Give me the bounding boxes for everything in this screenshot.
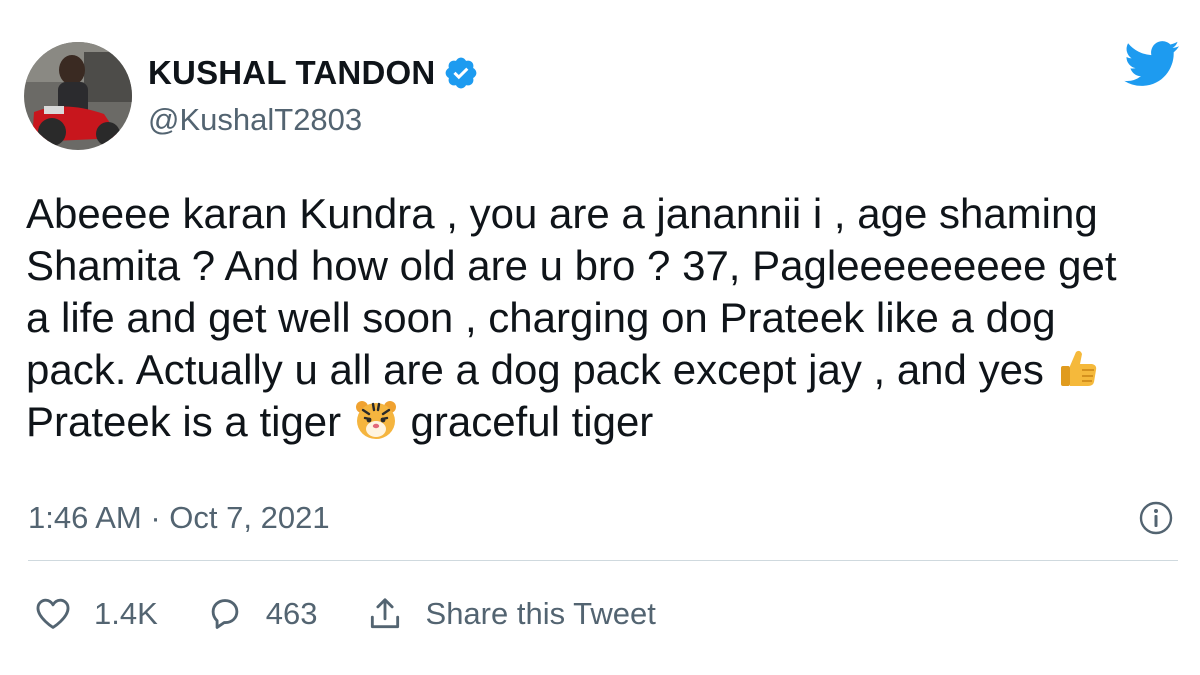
like-button[interactable]: 1.4K [34,595,158,633]
tweet-line-2: Shamita ? And how old are u bro ? 37, Pa… [26,242,1117,289]
tweet-text: Abeeee karan Kundra , you are a janannii… [26,188,1176,448]
thumbs-up-icon [1060,350,1096,386]
tweet-line-4: pack. Actually u all are a dog pack exce… [26,346,1044,393]
tweet-line-5-wrap: Prateek is a tiger graceful tiger [26,396,1176,448]
info-icon[interactable] [1138,500,1174,536]
reply-bubble-icon [211,599,239,629]
tiger-face-icon [355,401,396,439]
tweet-meta: 1:46 AM · Oct 7, 2021 [28,498,1178,538]
reply-button[interactable]: 463 [206,595,318,633]
user-handle[interactable]: @KushalT2803 [148,102,479,138]
avatar[interactable] [24,42,132,150]
tweet-line-1: Abeeee karan Kundra , you are a janannii… [26,190,1098,237]
share-button[interactable]: Share this Tweet [366,595,656,633]
tweet-line-6: graceful tiger [410,398,654,445]
tweet-card: KUSHAL TANDON @KushalT2803 Abeeee karan … [0,0,1200,675]
tweet-line-5: Prateek is a tiger [26,398,342,445]
verified-badge-icon [446,57,477,89]
twitter-bird-icon[interactable] [1124,40,1180,88]
tweet-line-4-wrap: pack. Actually u all are a dog pack exce… [26,344,1176,396]
tweet-line-3: a life and get well soon , charging on P… [26,294,1056,341]
share-label: Share this Tweet [425,596,656,631]
tweet-timestamp[interactable]: 1:46 AM · Oct 7, 2021 [28,500,330,536]
divider [28,560,1178,561]
tweet-header: KUSHAL TANDON @KushalT2803 [24,40,479,152]
display-name[interactable]: KUSHAL TANDON [148,54,435,92]
share-icon [370,598,399,629]
reply-count: 463 [265,596,318,631]
tweet-actions: 1.4K 463 Share this Tweet [34,590,704,638]
name-row: KUSHAL TANDON [148,54,479,92]
author-names: KUSHAL TANDON @KushalT2803 [148,54,479,138]
heart-icon [36,598,70,629]
like-count: 1.4K [94,596,158,631]
